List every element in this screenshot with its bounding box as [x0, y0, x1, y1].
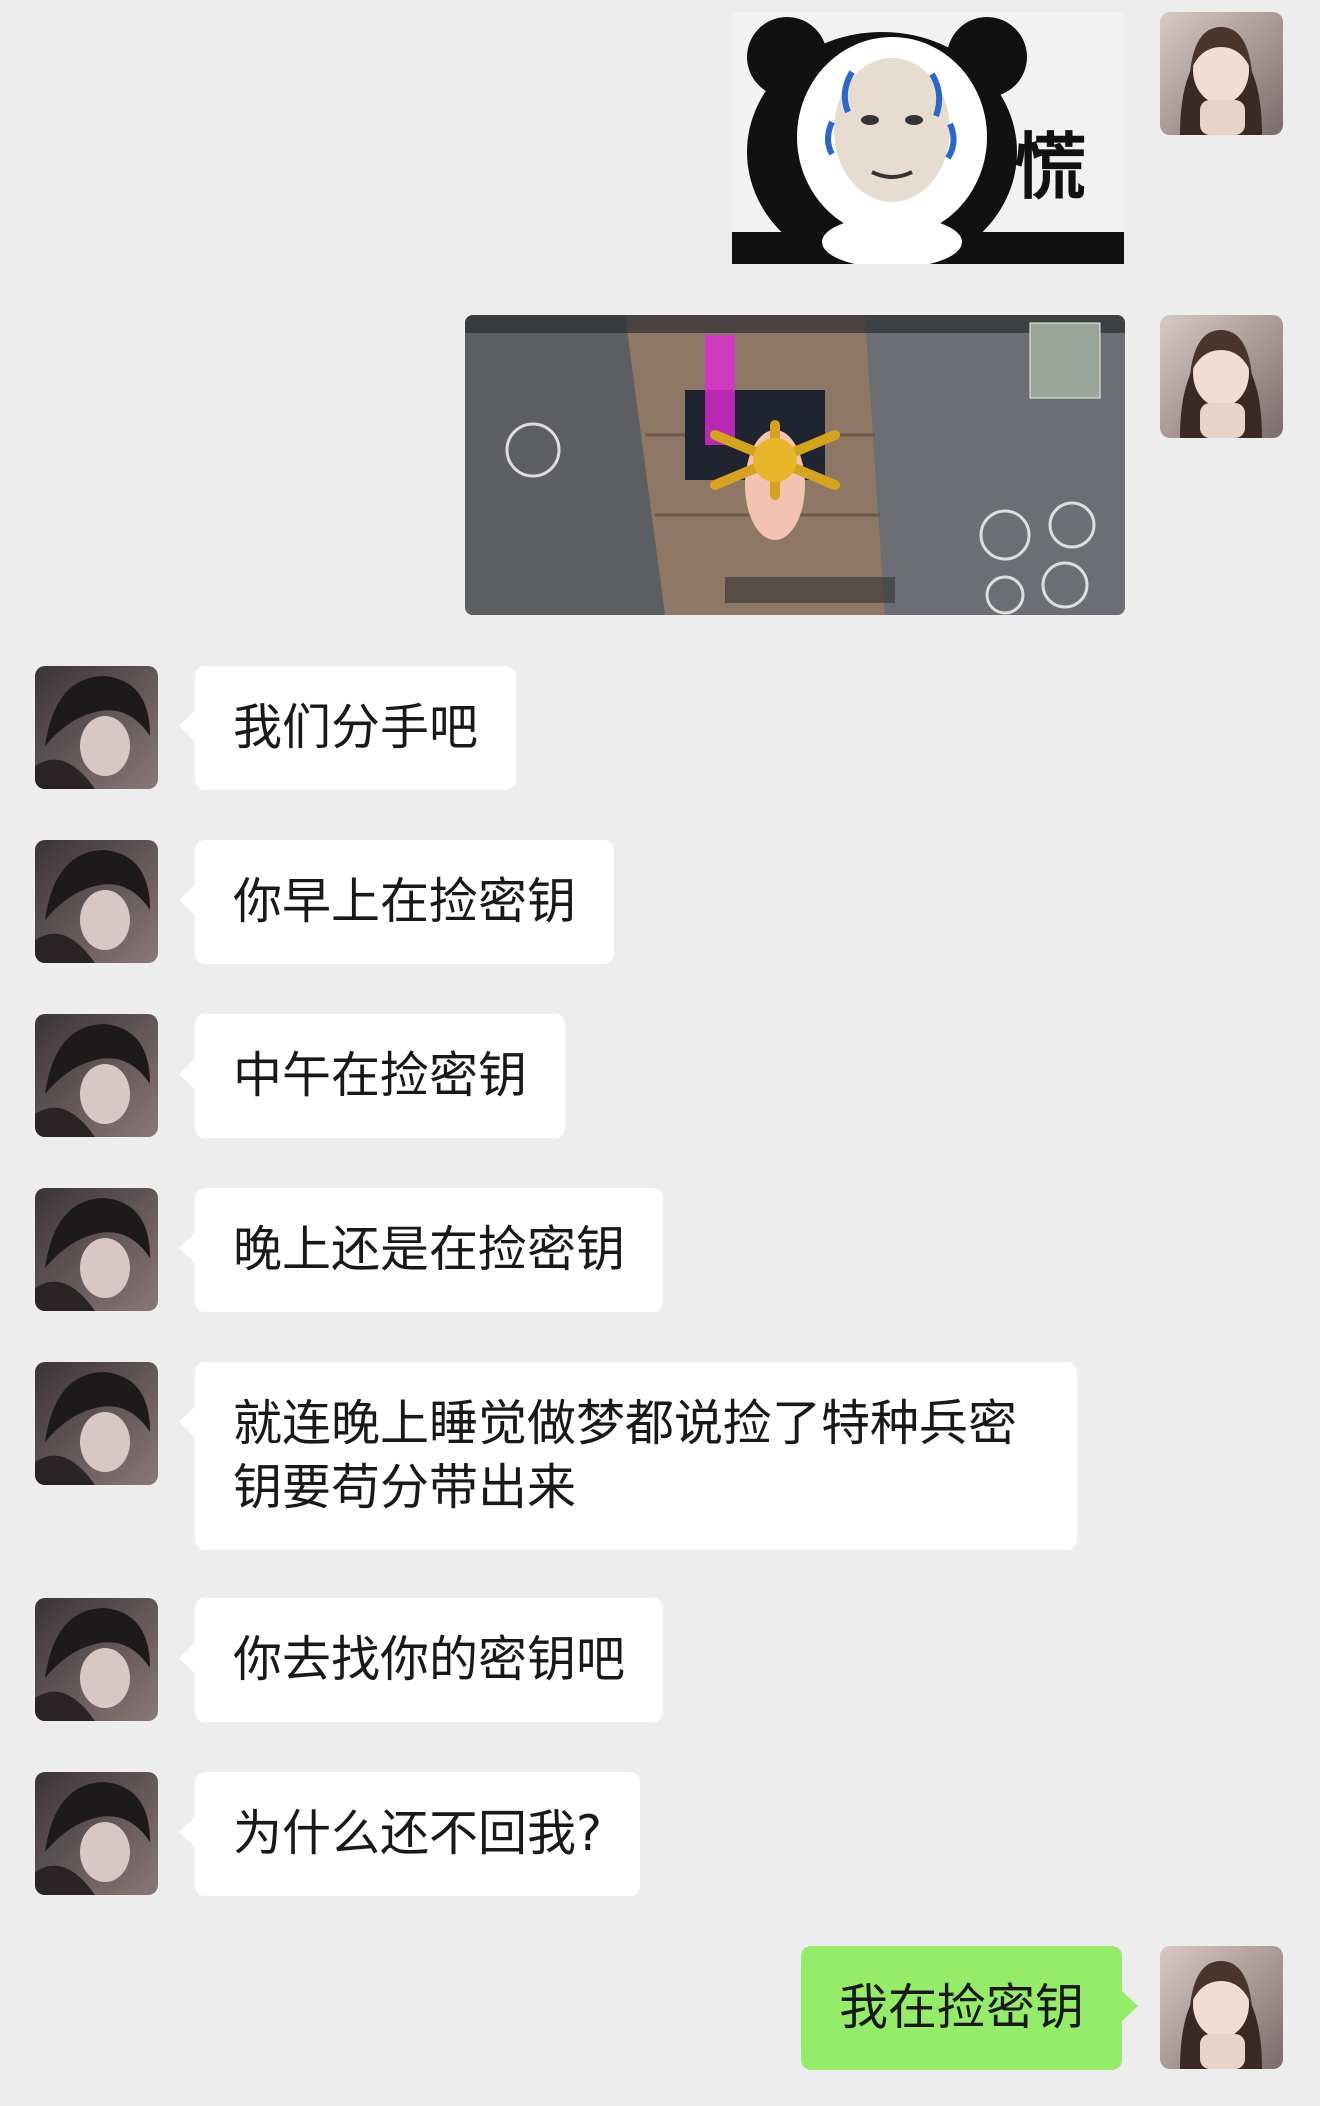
message-bubble[interactable]: 为什么还不回我? [178, 1772, 641, 1896]
boy-avatar-icon [35, 1598, 158, 1721]
message-bubble[interactable]: 就连晚上睡觉做梦都说捡了特种兵密 钥要苟分带出来 [179, 1362, 1077, 1550]
contact-avatar[interactable] [35, 840, 158, 963]
message-text: 我们分手吧 [233, 699, 479, 756]
message-bubble[interactable]: 你去找你的密钥吧 [178, 1598, 664, 1722]
boy-avatar-icon [35, 1362, 158, 1485]
girl-avatar-icon [1160, 12, 1283, 135]
contact-avatar[interactable] [35, 1598, 158, 1721]
message-bubble[interactable]: 晚上还是在捡密钥 [178, 1188, 664, 1312]
message-bubble[interactable]: 我们分手吧 [178, 666, 517, 790]
message-text: 你去找你的密钥吧 [233, 1631, 626, 1688]
contact-avatar[interactable] [35, 1014, 158, 1137]
girl-avatar-icon [1160, 315, 1283, 438]
message-text: 你早上在捡密钥 [233, 873, 577, 930]
boy-avatar-icon [35, 1772, 158, 1895]
boy-avatar-icon [35, 1188, 158, 1311]
girl-avatar-icon [1160, 1946, 1283, 2069]
contact-avatar[interactable] [35, 1772, 158, 1895]
my-avatar[interactable] [1160, 12, 1283, 135]
game-screenshot-image[interactable] [465, 315, 1125, 615]
message-text-line: 就连晚上睡觉做梦都说捡了特种兵密 [233, 1395, 1018, 1452]
message-bubble[interactable]: 中午在捡密钥 [178, 1014, 566, 1138]
boy-avatar-icon [35, 840, 158, 963]
panda-sticker[interactable]: 慌 [732, 12, 1124, 264]
contact-avatar[interactable] [35, 666, 158, 789]
game-scene [465, 315, 1125, 615]
sticker-caption: 慌 [1014, 125, 1087, 209]
message-text: 晚上还是在捡密钥 [233, 1221, 626, 1278]
message-text: 我在捡密钥 [838, 1979, 1084, 2036]
contact-avatar[interactable] [35, 1362, 158, 1485]
contact-avatar[interactable] [35, 1188, 158, 1311]
message-text: 中午在捡密钥 [233, 1047, 528, 1104]
my-avatar[interactable] [1160, 1946, 1283, 2069]
my-avatar[interactable] [1160, 315, 1283, 438]
boy-avatar-icon [35, 666, 158, 789]
message-text: 为什么还不回我? [233, 1805, 603, 1862]
message-text-line: 钥要苟分带出来 [233, 1459, 577, 1516]
message-bubble[interactable]: 你早上在捡密钥 [178, 840, 615, 964]
my-message-bubble[interactable]: 我在捡密钥 [800, 1946, 1139, 2070]
boy-avatar-icon [35, 1014, 158, 1137]
